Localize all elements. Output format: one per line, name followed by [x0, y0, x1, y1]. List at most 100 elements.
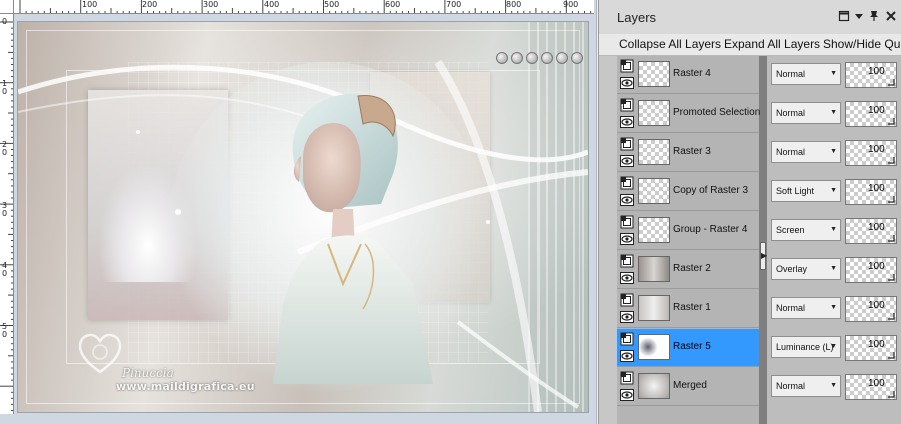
layers-list[interactable]: ▶ Raster 4 Normal ▼ 100 Promoted Selecti… — [599, 56, 901, 424]
blend-mode-value: Soft Light — [776, 186, 815, 196]
layer-name[interactable]: Raster 3 — [673, 146, 711, 157]
layer-thumbnail[interactable] — [638, 373, 670, 399]
dropdown-arrow-icon: ▼ — [830, 265, 837, 272]
layers-title: Layers — [617, 10, 657, 25]
opacity-field[interactable]: 100 — [845, 179, 897, 205]
blend-mode-dropdown[interactable]: Luminance (L) ▼ — [771, 336, 841, 358]
opacity-field[interactable]: 100 — [845, 218, 897, 244]
layer-thumbnail[interactable] — [638, 61, 670, 87]
opacity-field[interactable]: 100 — [845, 374, 897, 400]
opacity-field[interactable]: 100 — [845, 296, 897, 322]
close-icon[interactable] — [884, 10, 898, 24]
vertical-ruler[interactable]: 0 1 0 2 0 3 0 4 0 5 0 — [0, 14, 14, 414]
layer-name[interactable]: Promoted Selection — [673, 107, 760, 118]
visibility-eye-icon[interactable] — [620, 272, 634, 284]
layer-thumbnail[interactable] — [638, 100, 670, 126]
artwork-image[interactable]: Pinuccia www.maildigrafica.eu — [18, 22, 588, 412]
ruler-label-800: 800 — [506, 0, 522, 9]
visibility-eye-icon[interactable] — [620, 350, 634, 362]
layer-link-icon[interactable] — [620, 137, 634, 151]
blend-mode-dropdown[interactable]: Overlay ▼ — [771, 258, 841, 280]
image-canvas-window[interactable]: 100 200 300 400 500 600 700 800 900 0 1 … — [0, 0, 597, 424]
blend-mode-dropdown[interactable]: Screen ▼ — [771, 219, 841, 241]
blend-mode-value: Luminance (L) — [776, 342, 834, 352]
layer-name[interactable]: Raster 4 — [673, 68, 711, 79]
collapse-all-layers-button[interactable]: Collapse All Layers — [619, 37, 721, 51]
expand-all-layers-button[interactable]: Expand All Layers — [724, 37, 820, 51]
dropdown-arrow-icon[interactable] — [852, 10, 866, 24]
layer-thumbnail[interactable] — [638, 295, 670, 321]
blend-mode-dropdown[interactable]: Normal ▼ — [771, 375, 841, 397]
layer-thumbnail[interactable] — [638, 217, 670, 243]
opacity-field[interactable]: 100 — [845, 140, 897, 166]
opacity-corner-icon — [888, 391, 895, 398]
layer-row-raster-3[interactable]: Raster 3 — [617, 134, 759, 172]
visibility-eye-icon[interactable] — [620, 311, 634, 323]
layer-thumbnail[interactable] — [638, 139, 670, 165]
blend-mode-dropdown[interactable]: Normal ▼ — [771, 102, 841, 124]
pin-icon[interactable] — [867, 10, 881, 24]
dropdown-arrow-icon: ▼ — [830, 382, 837, 389]
layer-row-group-raster-4[interactable]: Group - Raster 4 — [617, 212, 759, 250]
layer-link-icon[interactable] — [620, 215, 634, 229]
layers-palette[interactable]: Layers Collapse All Layers Expand All La… — [598, 0, 901, 424]
layer-name[interactable]: Raster 2 — [673, 263, 711, 274]
art-dot — [511, 52, 523, 64]
layer-name[interactable]: Copy of Raster 3 — [673, 185, 748, 196]
layer-link-icon[interactable] — [620, 371, 634, 385]
art-dot — [496, 52, 508, 64]
blend-mode-value: Normal — [776, 147, 806, 157]
layer-row-raster-1[interactable]: Raster 1 — [617, 290, 759, 328]
visibility-eye-icon[interactable] — [620, 77, 634, 89]
layer-thumbnail[interactable] — [638, 334, 670, 360]
layers-title-bar[interactable]: Layers — [599, 0, 901, 34]
blend-mode-value: Screen — [776, 225, 805, 235]
art-dots-row — [496, 52, 583, 64]
opacity-value: 100 — [868, 300, 885, 311]
layer-link-icon[interactable] — [620, 332, 634, 346]
layer-link-icon[interactable] — [620, 293, 634, 307]
blend-mode-dropdown[interactable]: Normal ▼ — [771, 141, 841, 163]
layer-row-copy-of-raster-3[interactable]: Copy of Raster 3 — [617, 173, 759, 211]
art-elf-figure — [273, 94, 433, 384]
layer-thumbnail[interactable] — [638, 178, 670, 204]
opacity-value: 100 — [868, 183, 885, 194]
opacity-field[interactable]: 100 — [845, 62, 897, 88]
opacity-corner-icon — [888, 352, 895, 359]
maximize-icon[interactable] — [837, 10, 851, 24]
visibility-eye-icon[interactable] — [620, 155, 634, 167]
layer-row-raster-2[interactable]: Raster 2 — [617, 251, 759, 289]
blend-mode-value: Overlay — [776, 264, 808, 274]
visibility-eye-icon[interactable] — [620, 194, 634, 206]
layer-row-raster-5[interactable]: Raster 5 — [617, 329, 759, 367]
layer-row-merged[interactable]: Merged — [617, 368, 759, 406]
layer-link-icon[interactable] — [620, 59, 634, 73]
layer-link-icon[interactable] — [620, 176, 634, 190]
show-hide-quick-button[interactable]: Show/Hide Qui — [823, 37, 901, 51]
opacity-corner-icon — [888, 274, 895, 281]
blend-mode-dropdown[interactable]: Normal ▼ — [771, 63, 841, 85]
visibility-eye-icon[interactable] — [620, 116, 634, 128]
horizontal-ruler[interactable]: 100 200 300 400 500 600 700 800 900 — [14, 0, 594, 14]
layer-name[interactable]: Group - Raster 4 — [673, 224, 747, 235]
layer-name[interactable]: Raster 5 — [673, 341, 711, 352]
layer-name[interactable]: Merged — [673, 380, 707, 391]
opacity-field[interactable]: 100 — [845, 335, 897, 361]
visibility-eye-icon[interactable] — [620, 389, 634, 401]
opacity-field[interactable]: 100 — [845, 101, 897, 127]
layer-link-icon[interactable] — [620, 98, 634, 112]
vruler-label-0: 0 — [2, 17, 8, 26]
art-dot — [541, 52, 553, 64]
vruler-label-200: 2 0 — [2, 140, 8, 157]
layer-name[interactable]: Raster 1 — [673, 302, 711, 313]
layer-row-raster-4[interactable]: Raster 4 — [617, 56, 759, 94]
layer-link-icon[interactable] — [620, 254, 634, 268]
ruler-label-400: 400 — [264, 0, 280, 9]
layer-row-promoted-selection[interactable]: Promoted Selection — [617, 95, 760, 133]
layer-thumbnail[interactable] — [638, 256, 670, 282]
visibility-eye-icon[interactable] — [620, 233, 634, 245]
blend-mode-dropdown[interactable]: Soft Light ▼ — [771, 180, 841, 202]
watermark-site: www.maildigrafica.eu — [116, 380, 255, 393]
blend-mode-dropdown[interactable]: Normal ▼ — [771, 297, 841, 319]
opacity-field[interactable]: 100 — [845, 257, 897, 283]
